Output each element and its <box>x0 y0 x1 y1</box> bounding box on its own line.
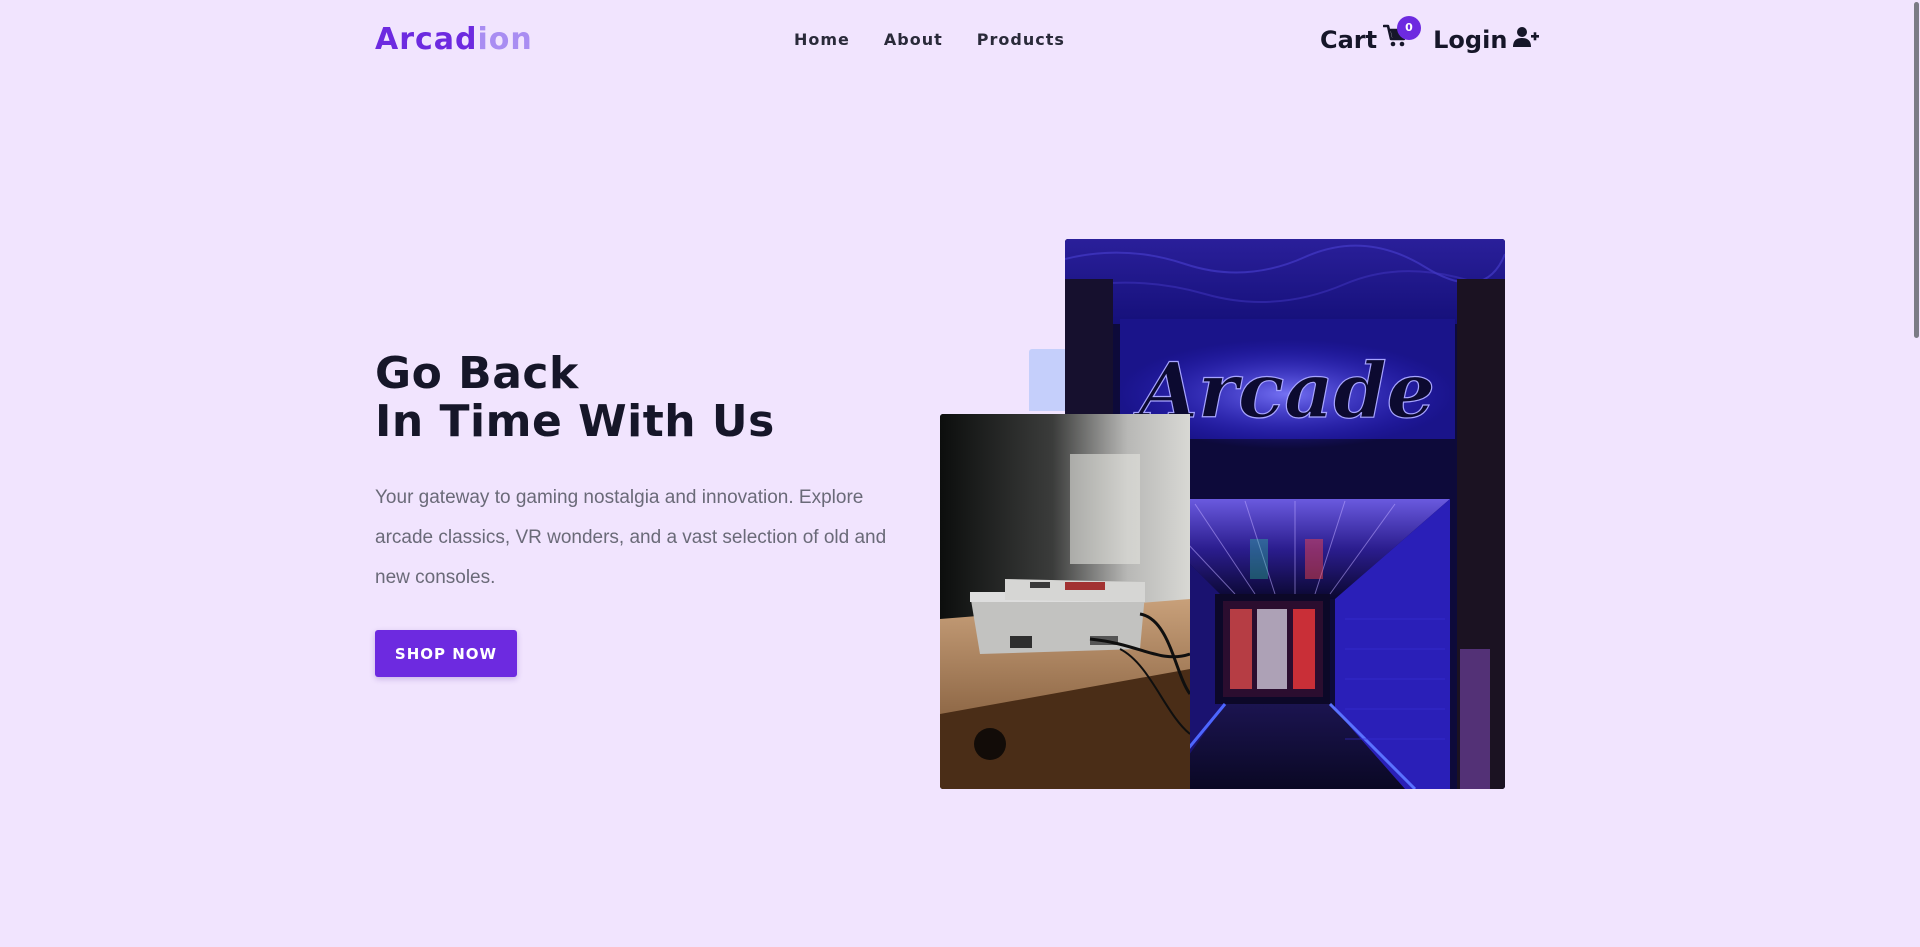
nav-link-about[interactable]: About <box>884 30 943 50</box>
shop-now-button[interactable]: SHOP NOW <box>375 630 517 677</box>
decorative-accent-block <box>1029 349 1069 411</box>
brand-name-part2: ion <box>477 22 533 57</box>
scrollbar-thumb[interactable] <box>1914 2 1919 338</box>
login-label: Login <box>1433 26 1508 54</box>
nav-link-home[interactable]: Home <box>794 30 850 50</box>
nav-link-products[interactable]: Products <box>977 30 1065 50</box>
cart-label: Cart <box>1320 26 1378 54</box>
main-nav: Home About Products <box>794 30 1065 50</box>
hero-title-line2: In Time With Us <box>375 396 775 447</box>
brand-name-part1: Arcad <box>375 22 478 57</box>
hero-description: Your gateway to gaming nostalgia and inn… <box>375 487 887 588</box>
cart-button[interactable]: Cart 0 <box>1320 16 1421 58</box>
nav-actions: Cart 0 Login <box>1320 16 1540 58</box>
retro-console-image <box>940 414 1190 789</box>
page-scrollbar[interactable] <box>1911 0 1920 947</box>
cart-count-badge: 0 <box>1397 16 1421 40</box>
navbar: Arcadion Home About Products Cart 0 Logi… <box>0 0 1920 80</box>
user-plus-icon <box>1513 22 1540 58</box>
hero-title: Go Back In Time With Us <box>375 350 775 446</box>
brand-logo[interactable]: Arcadion <box>375 22 533 58</box>
hero-title-line1: Go Back <box>375 348 579 399</box>
login-button[interactable]: Login <box>1433 22 1540 58</box>
